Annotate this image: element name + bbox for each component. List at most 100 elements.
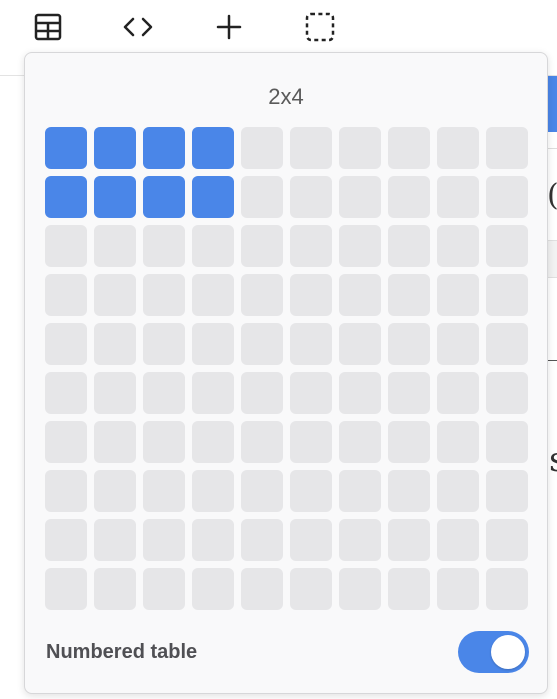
grid-cell[interactable] xyxy=(143,225,185,267)
grid-cell[interactable] xyxy=(339,470,381,512)
grid-cell[interactable] xyxy=(94,127,136,169)
grid-cell[interactable] xyxy=(339,372,381,414)
grid-cell[interactable] xyxy=(192,470,234,512)
grid-cell[interactable] xyxy=(388,225,430,267)
grid-cell[interactable] xyxy=(241,127,283,169)
grid-cell[interactable] xyxy=(437,176,479,218)
grid-cell[interactable] xyxy=(339,225,381,267)
grid-cell[interactable] xyxy=(486,372,528,414)
grid-cell[interactable] xyxy=(45,470,87,512)
grid-cell[interactable] xyxy=(437,372,479,414)
grid-cell[interactable] xyxy=(241,470,283,512)
grid-cell[interactable] xyxy=(486,225,528,267)
grid-cell[interactable] xyxy=(388,519,430,561)
grid-cell[interactable] xyxy=(94,274,136,316)
grid-cell[interactable] xyxy=(143,372,185,414)
grid-cell[interactable] xyxy=(486,323,528,365)
grid-cell[interactable] xyxy=(486,519,528,561)
grid-cell[interactable] xyxy=(339,176,381,218)
grid-cell[interactable] xyxy=(192,225,234,267)
grid-cell[interactable] xyxy=(192,372,234,414)
grid-cell[interactable] xyxy=(45,225,87,267)
grid-cell[interactable] xyxy=(437,519,479,561)
grid-cell[interactable] xyxy=(94,470,136,512)
grid-cell[interactable] xyxy=(45,421,87,463)
grid-cell[interactable] xyxy=(241,421,283,463)
grid-cell[interactable] xyxy=(45,127,87,169)
grid-cell[interactable] xyxy=(388,421,430,463)
grid-cell[interactable] xyxy=(437,421,479,463)
grid-cell[interactable] xyxy=(437,470,479,512)
grid-cell[interactable] xyxy=(45,323,87,365)
grid-cell[interactable] xyxy=(192,568,234,610)
insert-table-button[interactable] xyxy=(26,5,70,49)
grid-cell[interactable] xyxy=(143,421,185,463)
grid-cell[interactable] xyxy=(241,176,283,218)
grid-cell[interactable] xyxy=(241,323,283,365)
grid-cell[interactable] xyxy=(290,421,332,463)
grid-cell[interactable] xyxy=(94,323,136,365)
grid-cell[interactable] xyxy=(388,470,430,512)
grid-cell[interactable] xyxy=(192,274,234,316)
grid-cell[interactable] xyxy=(290,274,332,316)
grid-cell[interactable] xyxy=(94,519,136,561)
grid-cell[interactable] xyxy=(290,127,332,169)
grid-cell[interactable] xyxy=(143,470,185,512)
grid-cell[interactable] xyxy=(339,127,381,169)
grid-cell[interactable] xyxy=(45,568,87,610)
grid-cell[interactable] xyxy=(437,568,479,610)
grid-cell[interactable] xyxy=(94,421,136,463)
grid-cell[interactable] xyxy=(192,176,234,218)
grid-cell[interactable] xyxy=(241,519,283,561)
insert-more-button[interactable] xyxy=(207,5,251,49)
grid-cell[interactable] xyxy=(388,323,430,365)
grid-cell[interactable] xyxy=(143,519,185,561)
grid-cell[interactable] xyxy=(143,127,185,169)
grid-cell[interactable] xyxy=(290,470,332,512)
grid-cell[interactable] xyxy=(94,176,136,218)
grid-cell[interactable] xyxy=(45,274,87,316)
grid-cell[interactable] xyxy=(94,225,136,267)
grid-cell[interactable] xyxy=(241,274,283,316)
grid-cell[interactable] xyxy=(290,519,332,561)
grid-cell[interactable] xyxy=(192,421,234,463)
grid-cell[interactable] xyxy=(143,176,185,218)
grid-cell[interactable] xyxy=(192,127,234,169)
grid-cell[interactable] xyxy=(192,323,234,365)
grid-cell[interactable] xyxy=(339,323,381,365)
grid-cell[interactable] xyxy=(290,568,332,610)
grid-cell[interactable] xyxy=(339,274,381,316)
grid-cell[interactable] xyxy=(45,176,87,218)
grid-cell[interactable] xyxy=(143,568,185,610)
grid-cell[interactable] xyxy=(290,225,332,267)
grid-cell[interactable] xyxy=(45,519,87,561)
grid-cell[interactable] xyxy=(290,372,332,414)
grid-cell[interactable] xyxy=(45,372,87,414)
grid-cell[interactable] xyxy=(437,225,479,267)
grid-cell[interactable] xyxy=(437,127,479,169)
grid-cell[interactable] xyxy=(339,568,381,610)
grid-cell[interactable] xyxy=(241,372,283,414)
grid-cell[interactable] xyxy=(486,176,528,218)
grid-cell[interactable] xyxy=(192,519,234,561)
grid-cell[interactable] xyxy=(94,568,136,610)
grid-cell[interactable] xyxy=(241,568,283,610)
grid-cell[interactable] xyxy=(143,323,185,365)
grid-cell[interactable] xyxy=(486,568,528,610)
grid-cell[interactable] xyxy=(290,176,332,218)
grid-cell[interactable] xyxy=(486,274,528,316)
grid-cell[interactable] xyxy=(143,274,185,316)
grid-cell[interactable] xyxy=(290,323,332,365)
grid-cell[interactable] xyxy=(241,225,283,267)
grid-cell[interactable] xyxy=(388,127,430,169)
selection-button[interactable] xyxy=(298,5,342,49)
grid-cell[interactable] xyxy=(437,274,479,316)
grid-cell[interactable] xyxy=(388,176,430,218)
numbered-table-toggle[interactable] xyxy=(458,631,529,673)
grid-cell[interactable] xyxy=(486,470,528,512)
insert-code-button[interactable] xyxy=(116,5,160,49)
grid-cell[interactable] xyxy=(388,568,430,610)
grid-cell[interactable] xyxy=(388,274,430,316)
grid-cell[interactable] xyxy=(94,372,136,414)
grid-cell[interactable] xyxy=(388,372,430,414)
